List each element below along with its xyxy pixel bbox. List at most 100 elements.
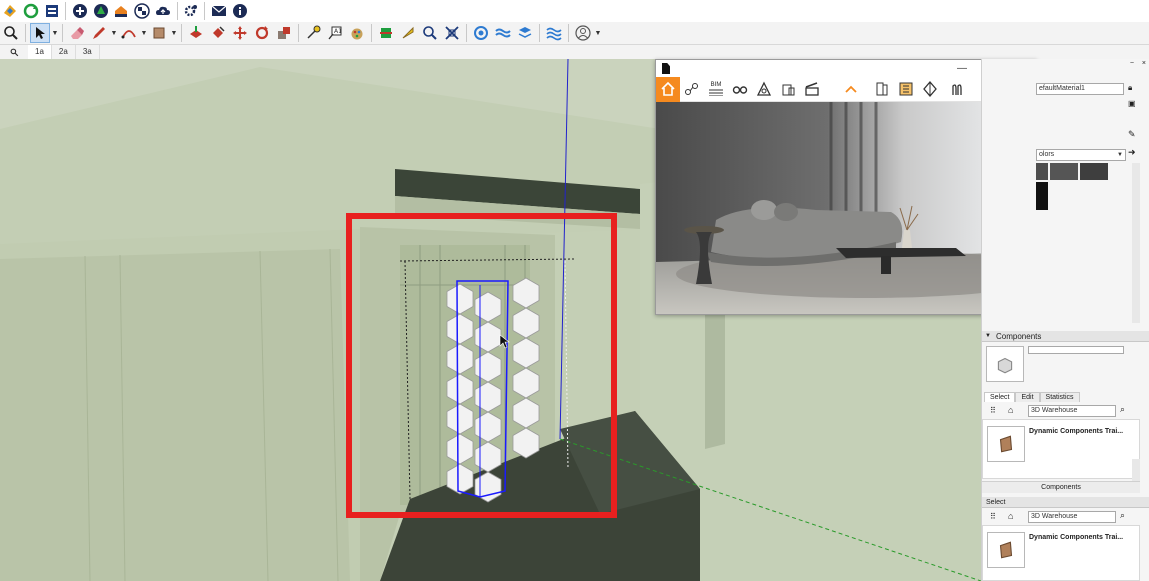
components-tabs: Select Edit Statistics bbox=[984, 392, 1080, 402]
tree-icon[interactable] bbox=[91, 1, 110, 21]
cloud-icon[interactable] bbox=[154, 1, 173, 21]
separator bbox=[204, 2, 206, 20]
materials-scrollbar[interactable] bbox=[1132, 163, 1140, 323]
clapper-icon[interactable] bbox=[801, 78, 823, 100]
tab-statistics[interactable]: Statistics bbox=[1039, 392, 1080, 402]
search-icon[interactable]: ⌕ bbox=[1120, 510, 1125, 521]
scale-icon[interactable] bbox=[274, 23, 294, 43]
sync-icon[interactable] bbox=[22, 1, 41, 21]
lock-icon[interactable]: 🔒︎ bbox=[1128, 83, 1138, 93]
search-icon[interactable] bbox=[0, 45, 28, 59]
chevron-down-icon[interactable]: ▼ bbox=[140, 23, 148, 43]
render-window[interactable]: — ☐ ✕ BIM bbox=[655, 59, 1037, 315]
home-icon[interactable] bbox=[656, 76, 680, 102]
tape-measure-icon[interactable] bbox=[303, 23, 323, 43]
component-thumbnail[interactable] bbox=[987, 426, 1025, 462]
arc-icon[interactable] bbox=[119, 23, 139, 43]
component-thumbnail[interactable] bbox=[987, 532, 1025, 568]
bim-icon[interactable]: BIM bbox=[705, 78, 727, 100]
component-name-field[interactable] bbox=[1028, 346, 1124, 354]
lamp-icon[interactable] bbox=[753, 78, 775, 100]
components-scrollbar[interactable] bbox=[1132, 459, 1140, 483]
color-swatch[interactable] bbox=[1080, 163, 1108, 180]
color-swatch[interactable] bbox=[1050, 163, 1078, 180]
pan-icon[interactable] bbox=[544, 23, 564, 43]
paint-icon[interactable] bbox=[347, 23, 367, 43]
add-icon[interactable] bbox=[70, 1, 89, 21]
orbit-icon[interactable] bbox=[471, 23, 491, 43]
component-search-input[interactable]: 3D Warehouse bbox=[1028, 405, 1116, 417]
home-icon[interactable]: ⌂ bbox=[1008, 405, 1013, 415]
components-panel-header[interactable]: Components bbox=[982, 331, 1149, 342]
close-icon[interactable]: × bbox=[1142, 60, 1146, 67]
cube-icon[interactable]: ▣ bbox=[1128, 99, 1138, 109]
eraser-icon[interactable] bbox=[67, 23, 87, 43]
mail-icon[interactable] bbox=[209, 1, 228, 21]
chevron-down-icon[interactable]: ▼ bbox=[51, 23, 59, 43]
zoom-window-icon[interactable] bbox=[420, 23, 440, 43]
walk-icon[interactable] bbox=[398, 23, 418, 43]
sketchup-logo-icon[interactable] bbox=[1, 1, 20, 21]
profile-icon[interactable] bbox=[573, 23, 593, 43]
minimize-button[interactable]: — bbox=[948, 63, 976, 74]
sphere-icon[interactable] bbox=[919, 78, 941, 100]
rotate-icon[interactable] bbox=[252, 23, 272, 43]
separator bbox=[62, 24, 63, 42]
color-swatch[interactable] bbox=[1036, 182, 1048, 210]
minimize-icon[interactable]: − bbox=[1130, 60, 1134, 67]
door-icon[interactable] bbox=[871, 78, 893, 100]
chevron-down-icon[interactable]: ▼ bbox=[110, 23, 118, 43]
separator bbox=[25, 24, 26, 42]
pencil-icon[interactable] bbox=[89, 23, 109, 43]
layers-icon[interactable] bbox=[515, 23, 535, 43]
caret-up-icon[interactable] bbox=[840, 78, 862, 100]
component-result-title[interactable]: Dynamic Components Trai... bbox=[1029, 428, 1123, 435]
checker-icon[interactable] bbox=[133, 1, 152, 21]
eyedropper-icon[interactable]: ✎ bbox=[1128, 129, 1136, 140]
info-icon[interactable] bbox=[230, 1, 249, 21]
scene-tab-1a[interactable]: 1a bbox=[28, 45, 52, 59]
push-pull-icon[interactable] bbox=[186, 23, 206, 43]
home-icon[interactable]: ⌂ bbox=[1008, 511, 1013, 521]
layer-icon[interactable] bbox=[493, 23, 513, 43]
move-icon[interactable] bbox=[230, 23, 250, 43]
scene-tab-3a[interactable]: 3a bbox=[76, 45, 100, 59]
material-library-select[interactable]: olors ▼ bbox=[1036, 149, 1126, 161]
frame-icon[interactable] bbox=[895, 78, 917, 100]
material-name-field[interactable]: efaultMaterial1 bbox=[1036, 83, 1124, 95]
search-icon[interactable]: ⌕ bbox=[1120, 404, 1125, 415]
svg-text:A1: A1 bbox=[334, 28, 342, 35]
tab-select[interactable]: Select bbox=[984, 392, 1016, 402]
camera-icon[interactable] bbox=[948, 78, 970, 100]
render-window-titlebar[interactable]: — ☐ ✕ bbox=[656, 60, 1036, 77]
tab-edit[interactable]: Edit bbox=[1015, 392, 1040, 402]
glasses-icon[interactable] bbox=[729, 78, 751, 100]
color-swatch[interactable] bbox=[1036, 163, 1048, 180]
paths-icon[interactable] bbox=[681, 78, 703, 100]
view-options-icon[interactable]: ⠿ bbox=[990, 406, 996, 415]
component-results: Dynamic Components Trai... bbox=[982, 419, 1140, 479]
render-preview bbox=[656, 102, 1036, 314]
zoom-icon[interactable] bbox=[1, 23, 21, 43]
zoom-extents-icon[interactable] bbox=[442, 23, 462, 43]
text-icon[interactable]: A1 bbox=[325, 23, 345, 43]
shelf-icon[interactable] bbox=[112, 1, 131, 21]
building-icon[interactable] bbox=[777, 78, 799, 100]
chevron-down-icon[interactable]: ▼ bbox=[170, 23, 178, 43]
select-icon[interactable] bbox=[30, 23, 50, 43]
section-icon[interactable] bbox=[376, 23, 396, 43]
render-toolbar: BIM bbox=[656, 76, 1036, 102]
separator bbox=[65, 2, 67, 20]
next-icon[interactable]: ➜ bbox=[1128, 147, 1136, 158]
settings-icon[interactable] bbox=[182, 1, 201, 21]
select-result-title[interactable]: Dynamic Components Trai... bbox=[1029, 534, 1123, 541]
separator bbox=[181, 24, 182, 42]
select-search-input[interactable]: 3D Warehouse bbox=[1028, 511, 1116, 523]
paint-bucket-icon[interactable] bbox=[208, 23, 228, 43]
scene-tab-2a[interactable]: 2a bbox=[52, 45, 76, 59]
layout-icon[interactable] bbox=[43, 1, 62, 21]
chevron-down-icon[interactable]: ▼ bbox=[594, 23, 602, 43]
shape-icon[interactable] bbox=[149, 23, 169, 43]
select-panel-header[interactable]: Select bbox=[982, 497, 1149, 508]
view-options-icon[interactable]: ⠿ bbox=[990, 512, 996, 521]
